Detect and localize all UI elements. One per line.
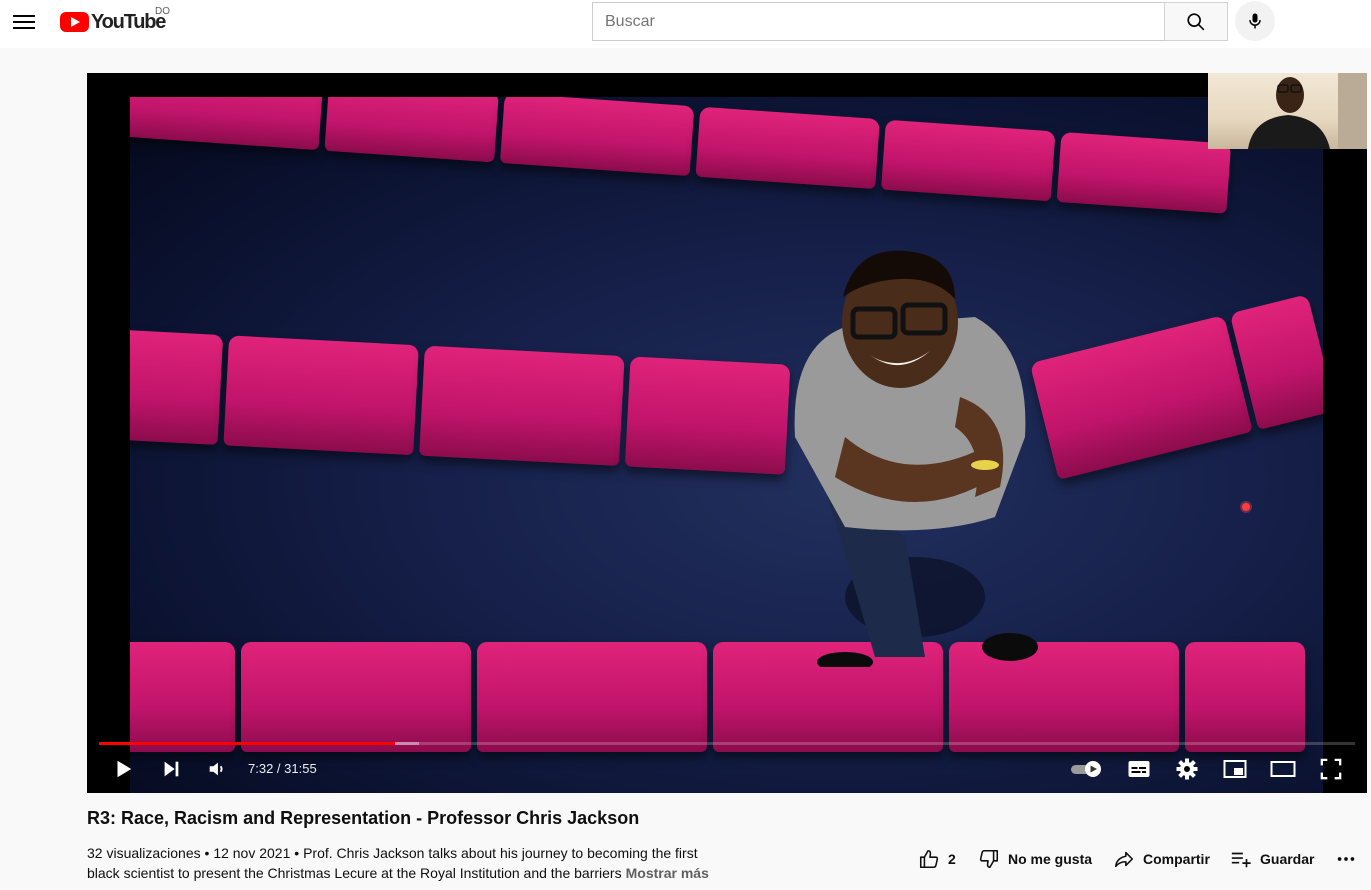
playlist-add-icon bbox=[1231, 852, 1251, 868]
search-button[interactable] bbox=[1164, 2, 1228, 41]
progress-bar[interactable] bbox=[99, 742, 1355, 745]
menu-icon[interactable] bbox=[12, 10, 36, 34]
subtitles-icon bbox=[1128, 761, 1150, 777]
seat-row-middle bbox=[130, 329, 791, 475]
country-code: DO bbox=[155, 6, 170, 17]
seat-row-middle-right bbox=[1029, 294, 1323, 480]
show-more-button[interactable]: Mostrar más bbox=[626, 865, 709, 881]
person-figure bbox=[794, 250, 1038, 667]
seat-row-back bbox=[130, 97, 1232, 214]
view-count: 32 visualizaciones bbox=[87, 845, 201, 861]
save-button[interactable]: Guardar bbox=[1230, 845, 1314, 873]
play-button[interactable] bbox=[105, 749, 141, 789]
thumbs-down-icon bbox=[979, 849, 999, 869]
play-icon bbox=[117, 760, 132, 778]
search-box bbox=[592, 2, 1165, 41]
share-button[interactable]: Compartir bbox=[1113, 845, 1210, 873]
search-icon bbox=[1187, 12, 1205, 30]
fullscreen-button[interactable] bbox=[1311, 749, 1351, 789]
webcam-overlay bbox=[1208, 73, 1367, 149]
voice-search-button[interactable] bbox=[1235, 1, 1275, 41]
upload-date: 12 nov 2021 bbox=[213, 845, 291, 861]
video-frame[interactable] bbox=[130, 97, 1323, 793]
gear-icon bbox=[1176, 758, 1198, 780]
progress-played bbox=[99, 742, 396, 745]
description-line-2: black scientist to present the Christmas… bbox=[87, 865, 622, 881]
autoplay-toggle[interactable] bbox=[1067, 749, 1107, 789]
video-title: R3: Race, Racism and Representation - Pr… bbox=[87, 808, 640, 828]
seat-row-front bbox=[130, 642, 1305, 752]
description-line-1: Prof. Chris Jackson talks about his jour… bbox=[303, 845, 698, 861]
more-horizontal-icon bbox=[1337, 857, 1355, 861]
player-controls: 7:32 / 31:55 bbox=[87, 749, 1367, 793]
miniplayer-button[interactable] bbox=[1215, 749, 1255, 789]
webcam-person bbox=[1248, 73, 1367, 149]
mute-button[interactable] bbox=[199, 749, 235, 789]
thumbs-up-icon bbox=[919, 849, 939, 869]
share-icon bbox=[1114, 851, 1134, 868]
fullscreen-icon bbox=[1320, 758, 1342, 780]
dislike-label: No me gusta bbox=[1008, 851, 1093, 867]
subtitles-button[interactable] bbox=[1119, 749, 1159, 789]
next-button[interactable] bbox=[153, 749, 189, 789]
masthead: YouTube DO bbox=[0, 0, 1371, 48]
miniplayer-icon bbox=[1223, 760, 1247, 778]
youtube-play-icon bbox=[60, 12, 89, 32]
youtube-logo[interactable]: YouTube bbox=[60, 11, 166, 33]
save-label: Guardar bbox=[1260, 851, 1315, 867]
theater-mode-button[interactable] bbox=[1263, 749, 1303, 789]
share-label: Compartir bbox=[1143, 851, 1210, 867]
like-count: 2 bbox=[948, 851, 956, 867]
search-input[interactable] bbox=[593, 3, 1165, 40]
dislike-button[interactable]: No me gusta bbox=[978, 845, 1092, 873]
more-actions-button[interactable] bbox=[1336, 845, 1356, 873]
skip-next-icon bbox=[164, 761, 179, 777]
cursor-dot bbox=[1242, 503, 1250, 511]
volume-icon bbox=[209, 762, 223, 776]
time-display: 7:32 / 31:55 bbox=[248, 761, 317, 776]
microphone-icon bbox=[1249, 13, 1261, 29]
autoplay-toggle-icon bbox=[1071, 761, 1101, 777]
like-button[interactable]: 2 bbox=[918, 845, 956, 873]
theater-mode-icon bbox=[1270, 761, 1296, 777]
video-player[interactable]: 7:32 / 31:55 bbox=[87, 73, 1367, 793]
settings-button[interactable] bbox=[1167, 749, 1207, 789]
video-description[interactable]: 32 visualizaciones • 12 nov 2021 • Prof.… bbox=[87, 843, 717, 883]
